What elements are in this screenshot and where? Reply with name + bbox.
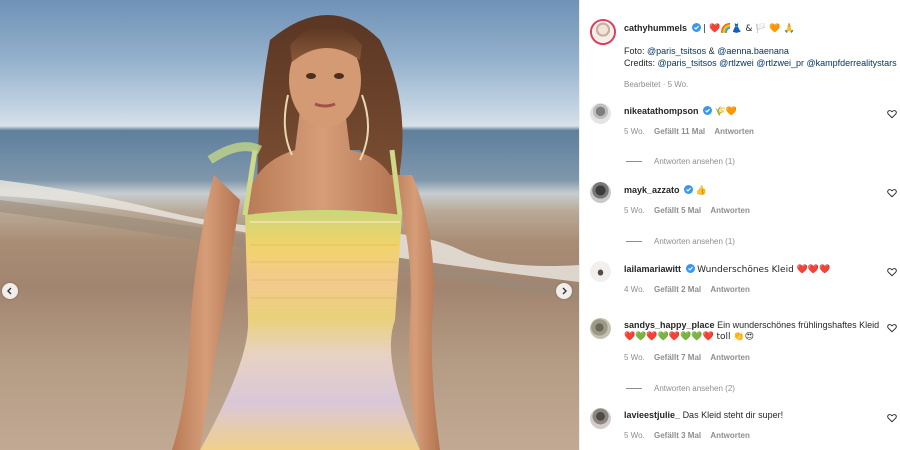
caption-separator: &: [706, 46, 718, 56]
caption-line-credits: Credits: @paris_tsitsos @rtlzwei @rtlzwe…: [624, 58, 897, 69]
avatar[interactable]: [590, 408, 611, 429]
mention-link[interactable]: @paris_tsitsos: [647, 46, 706, 56]
caption-meta: Bearbeitet · 5 Wo.: [624, 80, 689, 89]
comment-meta: 5 Wo. Gefällt 7 Mal Antworten: [624, 353, 757, 362]
comment-body: Das Kleid steht dir super!: [682, 410, 784, 420]
comment-meta: 4 Wo. Gefällt 2 Mal Antworten: [624, 285, 757, 294]
like-comment-button[interactable]: [887, 109, 897, 119]
replies-divider: [626, 388, 642, 389]
comment-likes[interactable]: Gefällt 3 Mal: [654, 431, 701, 440]
comment-time: 5 Wo.: [624, 431, 645, 440]
avatar[interactable]: [590, 318, 611, 339]
chevron-right-icon: [562, 287, 567, 295]
view-replies-button[interactable]: Antworten ansehen (1): [626, 157, 735, 166]
heart-outline-icon: [887, 414, 897, 423]
comment-meta: 5 Wo. Gefällt 11 Mal Antworten: [624, 127, 761, 136]
avatar[interactable]: [590, 261, 611, 282]
verified-badge-icon: [691, 23, 701, 32]
reply-button[interactable]: Antworten: [710, 285, 750, 294]
next-photo-button[interactable]: [556, 283, 572, 299]
comment-time: 4 Wo.: [624, 285, 645, 294]
like-comment-button[interactable]: [887, 188, 897, 198]
mention-link[interactable]: @aenna.baenana: [717, 46, 789, 56]
beach-photo-illustration: [0, 15, 579, 450]
verified-badge-icon: [703, 106, 713, 115]
comment-meta: 5 Wo. Gefällt 3 Mal Antworten: [624, 431, 757, 440]
caption-emojis: | ❤️🌈👗 & 🏳️ 🧡 🙏: [703, 24, 795, 34]
comment-username[interactable]: sandys_happy_place: [624, 320, 715, 330]
comment-text-row: lavieestjulie_ Das Kleid steht dir super…: [624, 409, 783, 421]
comment-text-row: sandys_happy_place Ein wunderschönes frü…: [624, 319, 879, 331]
caption-photo-prefix: Foto:: [624, 46, 648, 56]
like-comment-button[interactable]: [887, 323, 897, 333]
view-replies-button[interactable]: Antworten ansehen (1): [626, 237, 735, 246]
replies-divider: [626, 241, 642, 242]
comment-likes[interactable]: Gefällt 5 Mal: [654, 206, 701, 215]
view-replies-label: Antworten ansehen (1): [654, 237, 735, 246]
caption-header: cathyhummels | ❤️🌈👗 & 🏳️ 🧡 🙏: [624, 23, 795, 35]
comment-text-row: mayk_azzato 👍: [624, 184, 707, 197]
comment-username[interactable]: mayk_azzato: [624, 185, 680, 195]
view-replies-label: Antworten ansehen (1): [654, 157, 735, 166]
heart-outline-icon: [887, 324, 897, 333]
like-comment-button[interactable]: [887, 413, 897, 423]
comment-likes[interactable]: Gefällt 2 Mal: [654, 285, 701, 294]
comment-time: 5 Wo.: [624, 206, 645, 215]
comment-body: 🌾🧡: [714, 107, 737, 117]
chevron-left-icon: [7, 287, 12, 295]
caption-credits-prefix: Credits:: [624, 58, 658, 68]
verified-badge-icon: [684, 185, 694, 194]
comment-text-row: nikeatathompson 🌾🧡: [624, 105, 737, 118]
comment-time: 5 Wo.: [624, 127, 645, 136]
comment-likes[interactable]: Gefällt 11 Mal: [654, 127, 705, 136]
view-replies-button[interactable]: Antworten ansehen (2): [626, 384, 735, 393]
comment-time: 5 Wo.: [624, 353, 645, 362]
reply-button[interactable]: Antworten: [710, 206, 750, 215]
mention-links[interactable]: @paris_tsitsos @rtlzwei @rtlzwei_pr @kam…: [658, 58, 897, 68]
comment-username[interactable]: lailamariawitt: [624, 264, 681, 274]
heart-outline-icon: [887, 110, 897, 119]
comment-body-continued: ❤️💚❤️💚❤️💚💚❤️ toll 👏😍: [624, 332, 754, 342]
comment-username[interactable]: nikeatathompson: [624, 106, 699, 116]
comment-text-row: lailamariawitt Wunderschönes Kleid ❤️❤️❤…: [624, 263, 830, 276]
heart-outline-icon: [887, 189, 897, 198]
comment-body: 👍: [695, 186, 707, 196]
comment-body: Wunderschönes Kleid ❤️❤️❤️: [697, 265, 831, 275]
replies-divider: [626, 161, 642, 162]
avatar[interactable]: [590, 182, 611, 203]
reply-button[interactable]: Antworten: [710, 431, 750, 440]
like-comment-button[interactable]: [887, 267, 897, 277]
post-photo: [0, 0, 579, 450]
caption-line-photo: Foto: @paris_tsitsos & @aenna.baenana: [624, 46, 789, 57]
comments-panel: cathyhummels | ❤️🌈👗 & 🏳️ 🧡 🙏 Foto: @pari…: [579, 0, 900, 450]
avatar[interactable]: [590, 103, 611, 124]
verified-badge-icon: [685, 264, 695, 273]
reply-button[interactable]: Antworten: [714, 127, 754, 136]
view-replies-label: Antworten ansehen (2): [654, 384, 735, 393]
comment-likes[interactable]: Gefällt 7 Mal: [654, 353, 701, 362]
comment-username[interactable]: lavieestjulie_: [624, 410, 680, 420]
reply-button[interactable]: Antworten: [710, 353, 750, 362]
previous-photo-button[interactable]: [2, 283, 18, 299]
comment-meta: 5 Wo. Gefällt 5 Mal Antworten: [624, 206, 757, 215]
author-avatar[interactable]: [590, 19, 616, 45]
author-username[interactable]: cathyhummels: [624, 23, 687, 33]
heart-outline-icon: [887, 268, 897, 277]
comment-body: Ein wunderschönes frühlingshaftes Kleid: [717, 320, 880, 330]
